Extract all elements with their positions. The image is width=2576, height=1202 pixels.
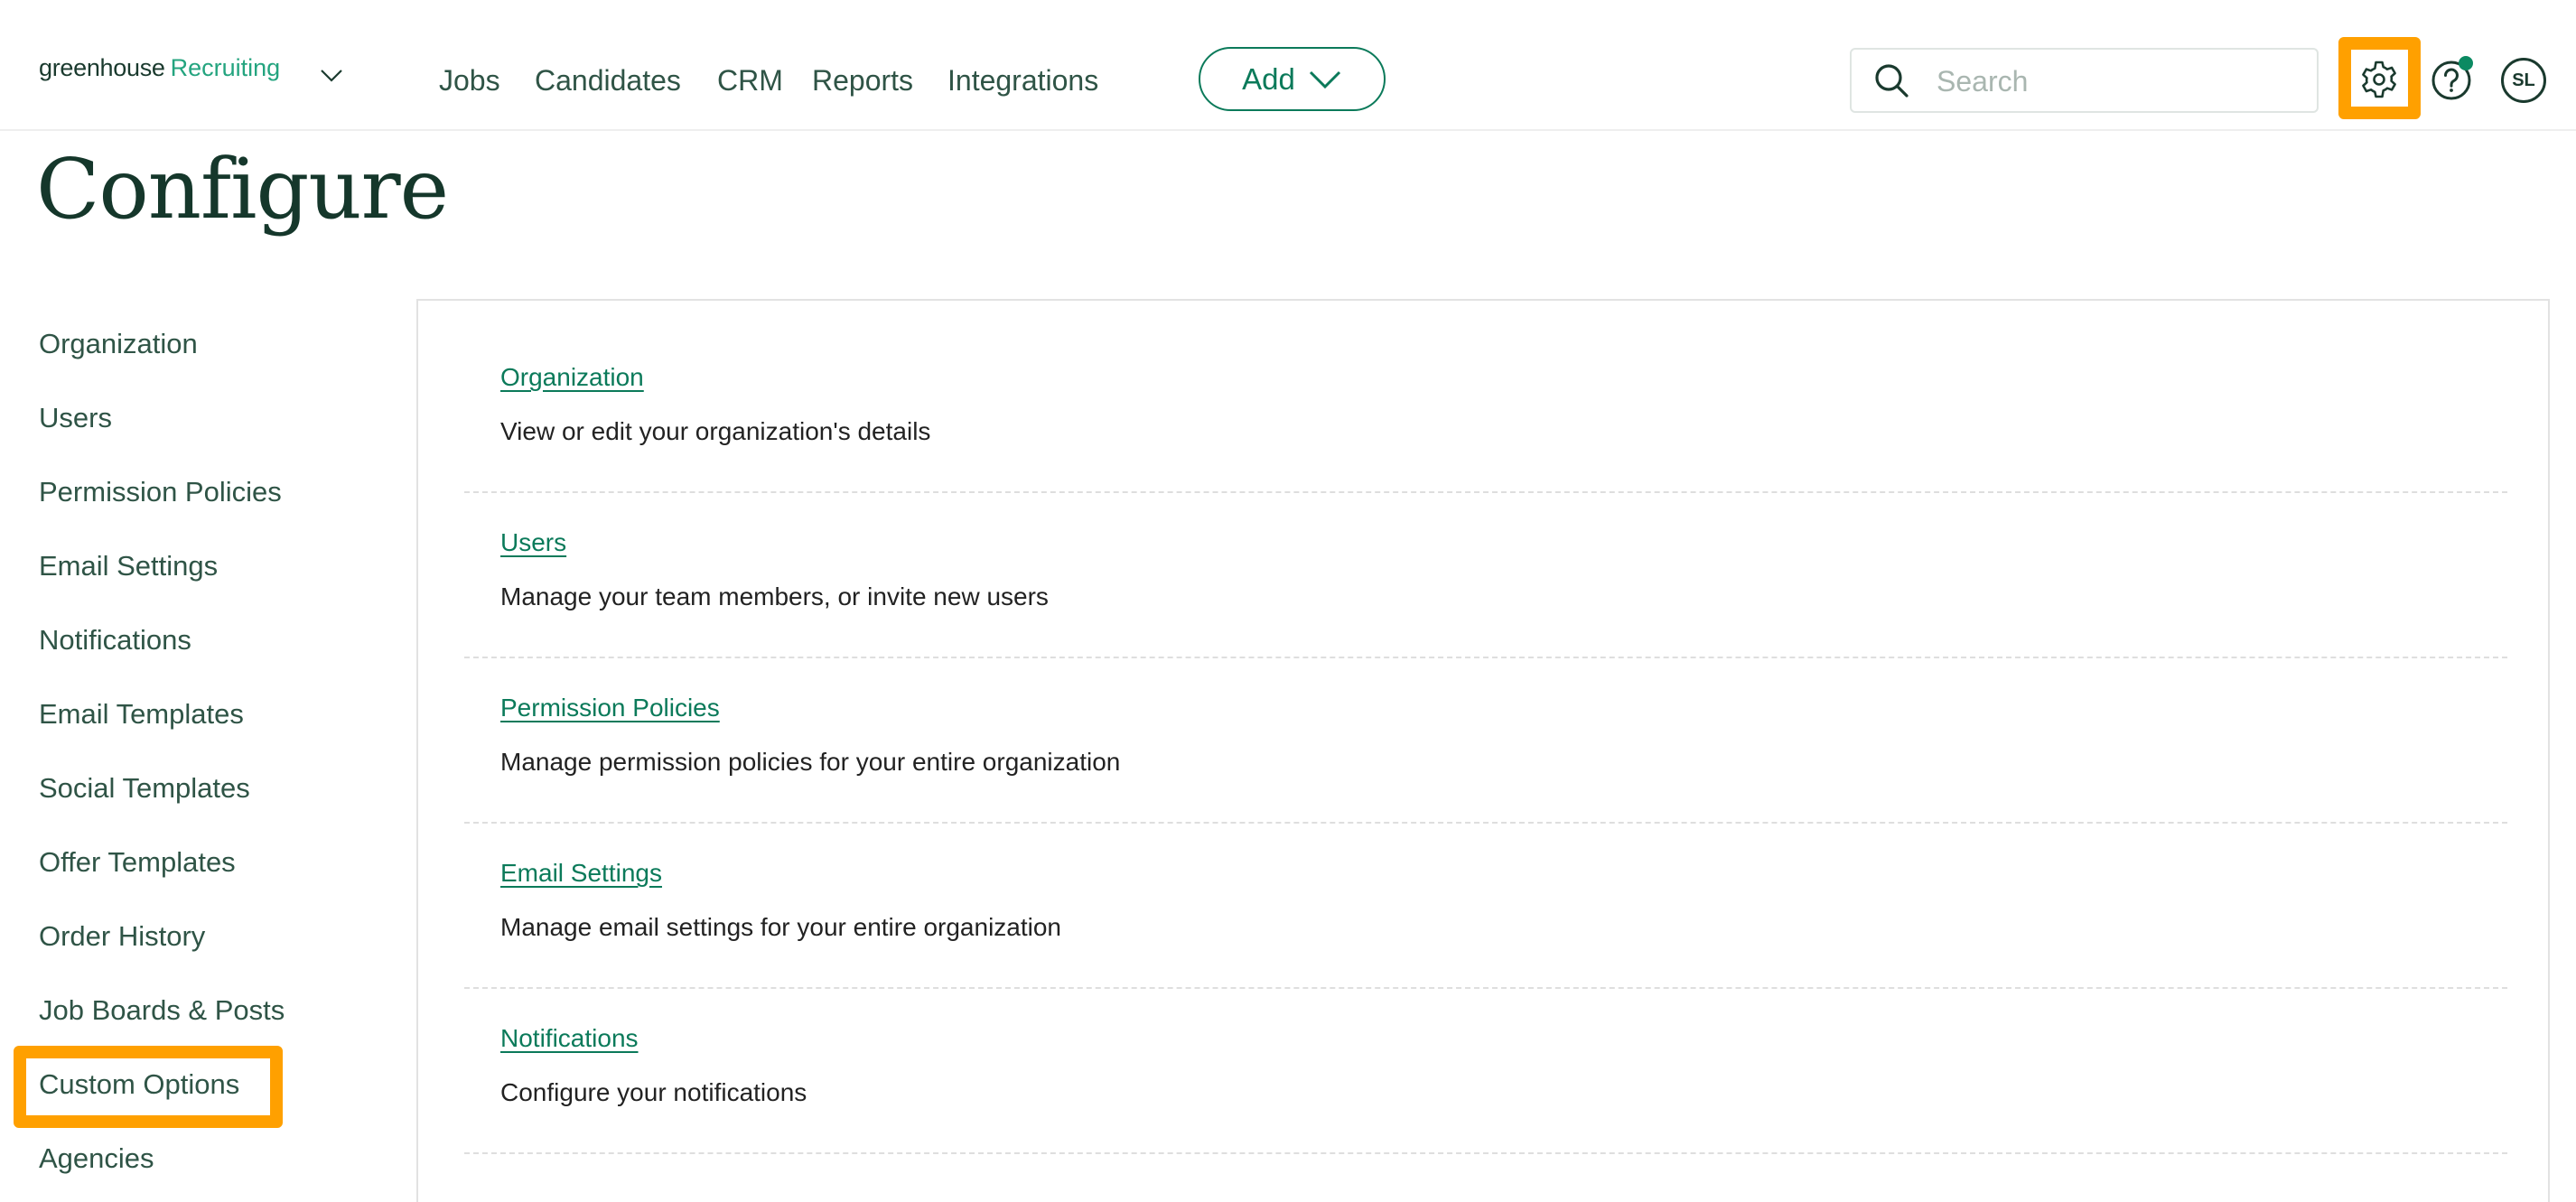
organization-link[interactable]: Organization [500,361,644,394]
section-users: Users Manage your team members, or invit… [464,493,2507,658]
chevron-down-icon [1309,70,1340,89]
organization-description: View or edit your organization's details [500,417,931,445]
sidebar-item-offer-templates[interactable]: Offer Templates [39,844,236,881]
sidebar-item-social-templates[interactable]: Social Templates [39,770,250,806]
notification-dot [2459,56,2473,70]
nav-crm[interactable]: CRM [717,58,783,103]
top-navigation-bar: greenhouse Recruiting Jobs Candidates CR… [0,0,2576,131]
section-email-settings: Email Settings Manage email settings for… [464,824,2507,989]
sidebar-item-email-templates[interactable]: Email Templates [39,696,244,732]
nav-integrations[interactable]: Integrations [947,58,1098,103]
custom-options-highlight-box [14,1046,283,1128]
configure-card: Organization View or edit your organizat… [416,299,2550,1202]
permission-policies-description: Manage permission policies for your enti… [500,748,1121,776]
notifications-description: Configure your notifications [500,1078,807,1106]
logo-product: Recruiting [170,54,281,81]
sidebar-item-job-boards-posts[interactable]: Job Boards & Posts [39,992,285,1029]
sidebar-item-organization[interactable]: Organization [39,326,198,362]
divider [464,1152,2507,1154]
email-settings-description: Manage email settings for your entire or… [500,913,1062,941]
section-permission-policies: Permission Policies Manage permission po… [464,658,2507,824]
greenhouse-logo[interactable]: greenhouse Recruiting [39,54,280,94]
page-title: Configure [36,141,449,238]
add-button[interactable]: Add [1199,47,1386,111]
notifications-link[interactable]: Notifications [500,1022,639,1055]
nav-jobs[interactable]: Jobs [439,58,500,103]
section-notifications: Notifications Configure your notificatio… [464,989,2507,1154]
search-input[interactable] [1935,57,2300,106]
search-box[interactable] [1850,48,2319,113]
gear-icon[interactable] [2357,58,2401,101]
nav-candidates[interactable]: Candidates [535,58,681,103]
chevron-down-icon[interactable] [319,68,344,84]
sidebar-item-notifications[interactable]: Notifications [39,622,191,658]
add-button-label: Add [1242,61,1295,96]
users-link[interactable]: Users [500,526,566,559]
section-organization: Organization View or edit your organizat… [464,328,2507,493]
nav-reports[interactable]: Reports [812,58,913,103]
sidebar-item-users[interactable]: Users [39,400,112,436]
email-settings-link[interactable]: Email Settings [500,857,662,890]
sidebar-item-agencies[interactable]: Agencies [39,1141,154,1177]
sidebar-item-order-history[interactable]: Order History [39,918,205,955]
sidebar-item-permission-policies[interactable]: Permission Policies [39,474,282,510]
sidebar-item-email-settings[interactable]: Email Settings [39,548,218,584]
search-icon [1875,64,1909,98]
user-avatar[interactable]: SL [2501,58,2546,103]
users-description: Manage your team members, or invite new … [500,582,1049,610]
logo-brand: greenhouse [39,54,165,81]
permission-policies-link[interactable]: Permission Policies [500,692,720,724]
